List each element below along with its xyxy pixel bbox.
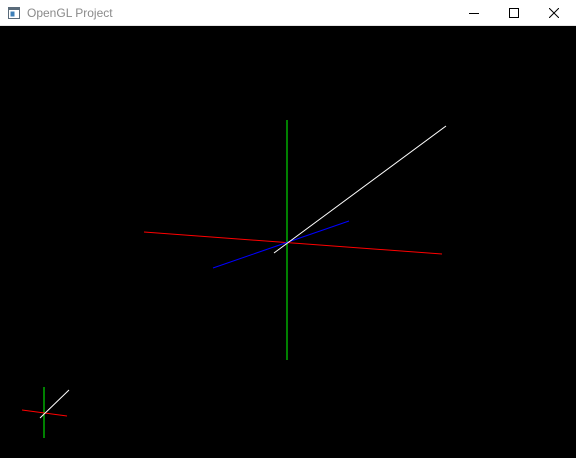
- maximize-button[interactable]: [494, 0, 534, 26]
- minimize-button[interactable]: [454, 0, 494, 26]
- scene-canvas: [0, 26, 576, 458]
- close-icon: [549, 8, 559, 18]
- maximize-icon: [509, 8, 519, 18]
- opengl-window: OpenGL Project: [0, 0, 576, 458]
- opengl-viewport[interactable]: [0, 26, 576, 458]
- window-title: OpenGL Project: [27, 6, 113, 20]
- minimize-icon: [469, 8, 479, 18]
- title-bar[interactable]: OpenGL Project: [0, 0, 576, 26]
- app-window-icon: [8, 6, 20, 19]
- close-button[interactable]: [534, 0, 574, 26]
